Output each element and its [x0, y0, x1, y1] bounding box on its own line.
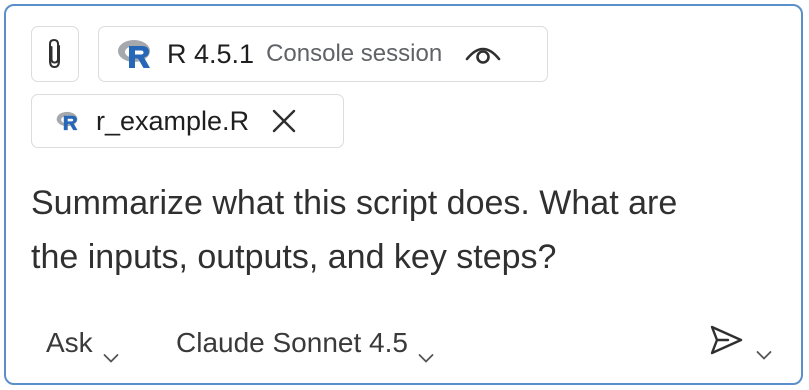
- file-name-label: r_example.R: [96, 105, 250, 136]
- eye-icon[interactable]: [464, 41, 502, 67]
- chevron-down-icon[interactable]: [756, 335, 772, 360]
- chat-input-box[interactable]: R 4.5.1 Console session r_example.R Summ…: [4, 4, 803, 385]
- prompt-line-2: the inputs, outputs, and key steps?: [31, 238, 557, 276]
- chevron-down-icon: [418, 338, 434, 363]
- model-label: Claude Sonnet 4.5: [176, 327, 408, 358]
- prompt-text[interactable]: Summarize what this script does. What ar…: [31, 176, 771, 284]
- attach-button[interactable]: [31, 26, 79, 82]
- r-version-label: R 4.5.1: [167, 38, 255, 69]
- send-button[interactable]: [708, 323, 772, 360]
- chat-toolbar: Ask Claude Sonnet 4.5: [6, 321, 801, 371]
- chevron-down-icon: [103, 338, 119, 363]
- mode-label: Ask: [46, 327, 93, 358]
- r-logo-icon: [117, 38, 157, 70]
- close-icon[interactable]: [271, 108, 297, 134]
- r-logo-icon: [56, 110, 82, 132]
- file-attachment-chip[interactable]: r_example.R: [31, 94, 344, 148]
- session-type-label: Console session: [266, 40, 443, 67]
- mode-dropdown[interactable]: Ask: [46, 327, 119, 363]
- send-icon: [708, 323, 744, 357]
- paperclip-icon: [49, 38, 60, 69]
- model-dropdown[interactable]: Claude Sonnet 4.5: [176, 327, 434, 363]
- console-session-chip[interactable]: R 4.5.1 Console session: [98, 26, 548, 82]
- prompt-line-1: Summarize what this script does. What ar…: [31, 184, 678, 222]
